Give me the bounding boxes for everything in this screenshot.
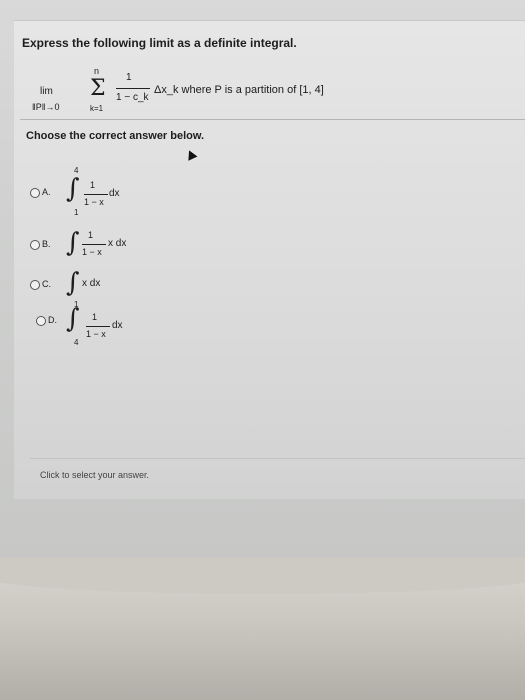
option-denominator: 1 − x — [84, 197, 104, 207]
option-label: C. — [42, 279, 51, 289]
fraction-bar — [116, 88, 150, 89]
fraction-denominator: 1 − c_k — [116, 92, 149, 103]
option-b[interactable]: B. ∫ 1 1 − x x dx — [30, 228, 150, 266]
answer-prompt: Click to select your answer. — [40, 470, 150, 480]
fraction-bar — [84, 194, 108, 195]
option-label: B. — [42, 239, 51, 249]
instruction: Choose the correct answer below. — [26, 130, 205, 142]
option-expression: x dx — [82, 278, 101, 289]
option-label: A. — [42, 187, 51, 197]
option-a[interactable]: A. 4 ∫ 1 1 1 − x dx — [30, 166, 150, 220]
lower-limit: 1 — [74, 208, 79, 217]
option-denominator: 1 − x — [82, 247, 102, 257]
question-prompt: Express the following limit as a definit… — [22, 36, 297, 50]
lim-label: lim — [40, 86, 53, 97]
bezel-edge — [0, 558, 525, 594]
option-numerator: 1 — [90, 180, 96, 190]
limit-expression: lim ‖P‖→0 n Σ k=1 1 1 − c_k Δx_k where P… — [32, 64, 452, 118]
integral-icon: ∫ — [66, 174, 80, 204]
option-label: D. — [48, 315, 57, 325]
sum-upper: n — [94, 66, 100, 76]
radio-icon[interactable] — [30, 240, 40, 250]
radio-icon[interactable] — [36, 316, 46, 326]
option-tail: x dx — [108, 238, 127, 249]
fraction-numerator: 1 — [126, 72, 132, 83]
fraction-bar — [82, 244, 106, 245]
option-d[interactable]: D. 1 ∫ 4 1 1 − x dx — [36, 300, 156, 354]
option-numerator: 1 — [92, 312, 98, 322]
integral-icon: ∫ — [66, 228, 80, 258]
option-tail: dx — [112, 320, 123, 331]
option-denominator: 1 − x — [86, 329, 106, 339]
lower-limit: 4 — [74, 338, 79, 347]
answer-bar: Click to select your answer. — [30, 458, 525, 487]
norm-condition: ‖P‖→0 — [32, 102, 60, 112]
radio-icon[interactable] — [30, 188, 40, 198]
divider — [20, 119, 525, 120]
radio-icon[interactable] — [30, 280, 40, 290]
integral-icon: ∫ — [66, 268, 80, 298]
limit-tail: Δx_k where P is a partition of [1, 4] — [154, 84, 324, 96]
integral-icon: ∫ — [66, 304, 80, 334]
fraction-bar — [86, 326, 110, 327]
sum-symbol: Σ — [90, 76, 106, 101]
option-tail: dx — [109, 188, 120, 199]
option-numerator: 1 — [88, 230, 94, 240]
sum-lower: k=1 — [90, 104, 104, 113]
